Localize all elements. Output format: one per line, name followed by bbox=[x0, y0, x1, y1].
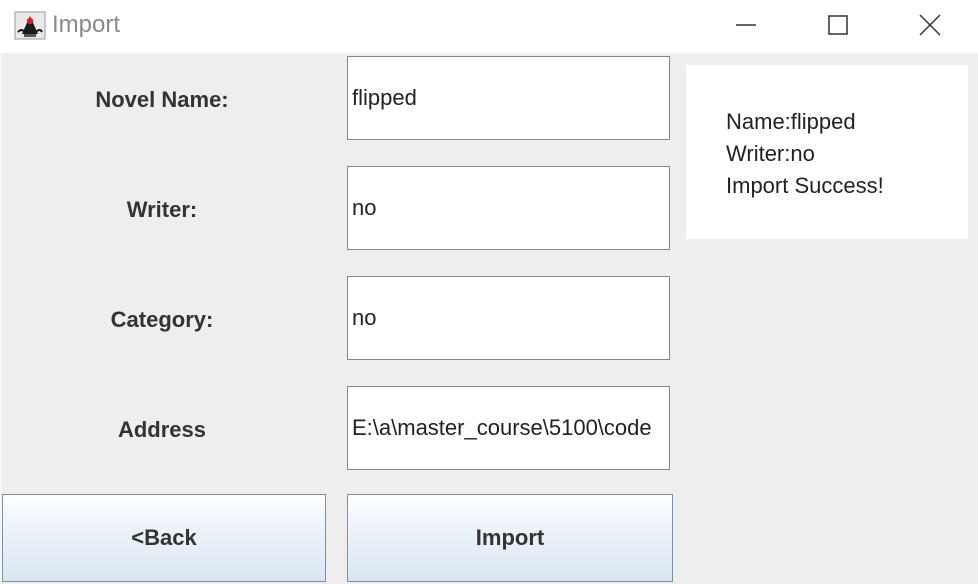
import-button[interactable]: Import bbox=[347, 494, 673, 582]
maximize-button[interactable] bbox=[792, 0, 884, 50]
back-button[interactable]: <Back bbox=[2, 494, 326, 582]
close-icon bbox=[919, 14, 941, 36]
output-name-line: Name:flipped bbox=[726, 109, 856, 134]
writer-label: Writer: bbox=[126, 197, 198, 222]
title-bar: Import bbox=[0, 0, 978, 53]
minimize-icon bbox=[736, 24, 756, 26]
window-title: Import bbox=[52, 11, 121, 38]
java-duke-icon bbox=[14, 10, 46, 40]
import-button-label: Import bbox=[475, 525, 545, 550]
output-status-line: Import Success! bbox=[726, 173, 884, 198]
back-button-label: <Back bbox=[131, 525, 197, 550]
writer-field[interactable]: no bbox=[347, 166, 670, 250]
maximize-icon bbox=[828, 15, 848, 35]
novel-name-field[interactable]: flipped bbox=[347, 56, 670, 140]
category-label: Category: bbox=[110, 307, 214, 332]
output-writer-line: Writer:no bbox=[726, 141, 815, 166]
category-field[interactable]: no bbox=[347, 276, 670, 360]
address-value: E:\a\master_course\5100\code bbox=[352, 415, 652, 440]
writer-value: no bbox=[352, 195, 377, 220]
novel-name-value: flipped bbox=[352, 85, 417, 110]
category-value: no bbox=[352, 305, 377, 330]
address-field[interactable]: E:\a\master_course\5100\code bbox=[347, 386, 670, 470]
minimize-button[interactable] bbox=[700, 0, 792, 50]
address-label: Address bbox=[117, 417, 207, 442]
close-button[interactable] bbox=[884, 0, 976, 50]
novel-name-label: Novel Name: bbox=[95, 87, 229, 112]
output-panel: Name:flipped Writer:no Import Success! bbox=[686, 65, 968, 239]
